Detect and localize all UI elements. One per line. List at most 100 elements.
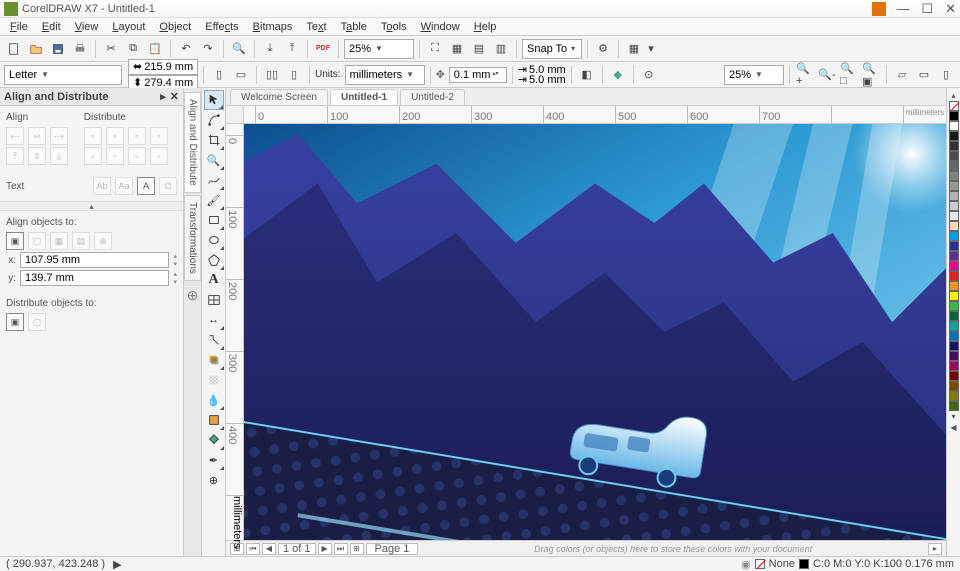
polygon-tool[interactable] <box>204 250 224 270</box>
import-button[interactable]: ⤓ <box>260 39 280 59</box>
drop-shadow-tool[interactable] <box>204 350 224 370</box>
swatch[interactable] <box>949 391 959 401</box>
alignto-active-button[interactable]: ▣ <box>6 232 24 250</box>
swatch[interactable] <box>949 371 959 381</box>
menu-edit[interactable]: Edit <box>36 20 67 34</box>
dist-left-button[interactable]: ▫ <box>84 127 102 145</box>
dist-spacing-v-button[interactable]: ▫ <box>128 147 146 165</box>
prev-page-button[interactable]: ◀ <box>262 543 276 555</box>
swatch[interactable] <box>949 131 959 141</box>
cut-button[interactable]: ✂ <box>101 39 121 59</box>
swatch[interactable] <box>949 241 959 251</box>
menu-text[interactable]: Text <box>300 20 332 34</box>
text-off-button[interactable]: ∅ <box>159 177 177 195</box>
open-button[interactable] <box>26 39 46 59</box>
page-width-field[interactable]: ⬌215.9 mm <box>128 59 198 75</box>
menu-bitmaps[interactable]: Bitmaps <box>247 20 299 34</box>
all-pages-button[interactable]: ▯▯ <box>262 65 282 85</box>
shape-tool[interactable] <box>204 110 224 130</box>
outline-indicator[interactable] <box>799 559 809 569</box>
dimension-tool[interactable]: ↔ <box>204 310 224 330</box>
tab-untitled-2[interactable]: Untitled-2 <box>400 89 465 105</box>
dist-right-button[interactable]: ▫ <box>150 127 168 145</box>
zoom-selection-button[interactable]: 🔍□ <box>839 65 859 85</box>
portrait-button[interactable]: ▯ <box>209 65 229 85</box>
table-tool[interactable] <box>204 290 224 310</box>
menu-object[interactable]: Object <box>153 20 197 34</box>
launcher-arrow[interactable]: ▾ <box>646 39 656 59</box>
minimize-button[interactable]: — <box>896 1 909 17</box>
swatch[interactable] <box>949 321 959 331</box>
menu-table[interactable]: Table <box>335 20 373 34</box>
paste-button[interactable]: 📋 <box>145 39 165 59</box>
swatch[interactable] <box>949 331 959 341</box>
zoom-out-button[interactable]: 🔍- <box>817 65 837 85</box>
docker-expand-icon[interactable]: ▸ <box>160 90 166 103</box>
distto-page-button[interactable]: ▢ <box>28 313 46 331</box>
search-button[interactable]: 🔍 <box>229 39 249 59</box>
text-tool[interactable]: A <box>204 270 224 290</box>
menu-tools[interactable]: Tools <box>375 20 413 34</box>
swatch[interactable] <box>949 291 959 301</box>
duplicate-y-field[interactable]: ⇥5.0 mm <box>518 75 566 85</box>
dist-spacing-h-button[interactable]: ▫ <box>128 127 146 145</box>
eyedropper-tool[interactable]: 💧 <box>204 390 224 410</box>
menu-help[interactable]: Help <box>468 20 503 34</box>
show-grid-button[interactable]: ▤ <box>469 39 489 59</box>
copy-button[interactable]: ⧉ <box>123 39 143 59</box>
zoom-in-button[interactable]: 🔍+ <box>795 65 815 85</box>
menu-file[interactable]: File <box>4 20 34 34</box>
text-baseline-button[interactable]: Ab <box>93 177 111 195</box>
zoom-page-button[interactable]: ▱ <box>892 65 912 85</box>
maximize-button[interactable]: ☐ <box>921 1 933 17</box>
color-proof-icon[interactable]: ◉ <box>741 558 751 571</box>
swatch[interactable] <box>949 361 959 371</box>
crop-tool[interactable] <box>204 130 224 150</box>
nudge-field[interactable]: 0.1 mm▴▾ <box>449 67 507 83</box>
palette-down[interactable]: ▾ <box>951 411 955 422</box>
connector-tool[interactable] <box>204 330 224 350</box>
export-button[interactable]: ⤒ <box>282 39 302 59</box>
drawing-viewport[interactable] <box>244 124 946 540</box>
x-field[interactable]: 107.95 mm <box>20 252 169 268</box>
redo-button[interactable]: ↷ <box>198 39 218 59</box>
interactive-fill-tool[interactable] <box>204 410 224 430</box>
text-box-button[interactable]: A <box>137 177 155 195</box>
menu-window[interactable]: Window <box>415 20 466 34</box>
rectangle-tool[interactable] <box>204 210 224 230</box>
swatch-black[interactable] <box>949 111 959 121</box>
outline-tool[interactable]: ✒ <box>204 450 224 470</box>
swatch[interactable] <box>949 261 959 271</box>
options-button[interactable]: ⚙ <box>593 39 613 59</box>
align-top-button[interactable]: ⤒ <box>6 147 24 165</box>
ruler-vertical[interactable]: 0 100 200 300 400 millimeters <box>226 124 244 540</box>
fullscreen-button[interactable]: ⛶ <box>425 39 445 59</box>
swatch[interactable] <box>949 281 959 291</box>
align-right-button[interactable]: ⤏ <box>50 127 68 145</box>
save-button[interactable] <box>48 39 68 59</box>
swatch-white[interactable] <box>949 121 959 131</box>
swatch[interactable] <box>949 221 959 231</box>
menu-layout[interactable]: Layout <box>106 20 151 34</box>
swatch[interactable] <box>949 401 959 411</box>
alignto-grid-button[interactable]: ▤ <box>72 232 90 250</box>
smart-fill-tool[interactable] <box>204 430 224 450</box>
swatch[interactable] <box>949 151 959 161</box>
snap-dropdown[interactable]: Snap To▾ <box>522 39 582 59</box>
palette-up[interactable]: ▴ <box>951 90 955 101</box>
align-center-v-button[interactable]: ⇳ <box>28 147 46 165</box>
swatch[interactable] <box>949 301 959 311</box>
last-page-button[interactable]: ⏭ <box>334 543 348 555</box>
landscape-button[interactable]: ▭ <box>231 65 251 85</box>
alignto-page-center-button[interactable]: ▦ <box>50 232 68 250</box>
swatch[interactable] <box>949 251 959 261</box>
ruler-origin[interactable] <box>226 106 244 124</box>
new-button[interactable] <box>4 39 24 59</box>
align-center-h-button[interactable]: ⇿ <box>28 127 46 145</box>
ellipse-tool[interactable] <box>204 230 224 250</box>
swatch[interactable] <box>949 201 959 211</box>
doc-palette-menu[interactable]: ▸ <box>928 543 942 555</box>
distto-selection-button[interactable]: ▣ <box>6 313 24 331</box>
show-guides-button[interactable]: ▥ <box>491 39 511 59</box>
align-bottom-button[interactable]: ⤓ <box>50 147 68 165</box>
